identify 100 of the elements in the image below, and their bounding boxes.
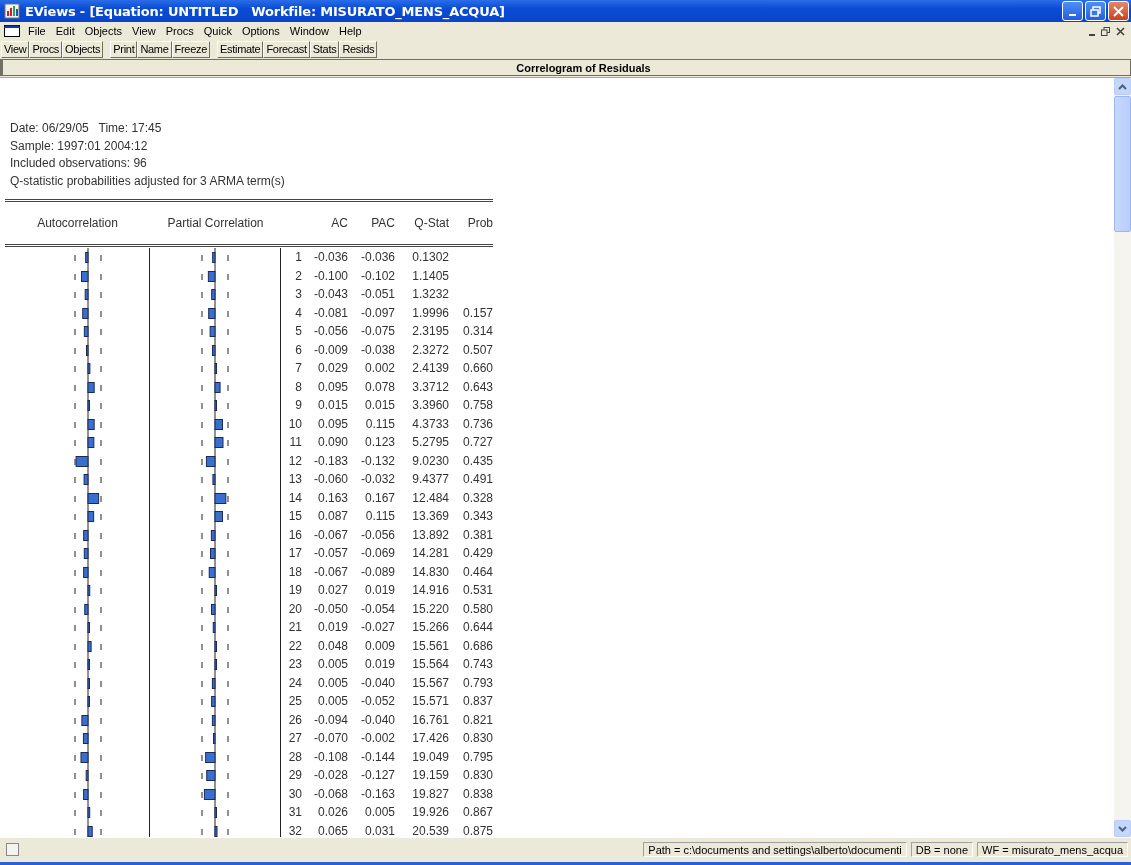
info-line: Included observations: 96 — [10, 155, 147, 172]
lag-number: 5 — [295, 324, 302, 339]
table-cell: 14.281 — [412, 546, 449, 561]
bound-tick — [74, 717, 76, 724]
correlation-bar — [214, 585, 217, 596]
correlation-bar — [210, 548, 216, 559]
scroll-up-button[interactable] — [1114, 78, 1131, 95]
menu-item[interactable]: Window — [284, 25, 334, 37]
minimize-button[interactable] — [1062, 1, 1083, 21]
correlation-bar — [211, 696, 216, 707]
table-cell: -0.036 — [360, 250, 395, 265]
menu-item[interactable]: Quick — [198, 25, 237, 37]
correlation-bar — [83, 474, 89, 485]
correlation-bar — [87, 640, 92, 652]
bound-tick — [100, 273, 102, 280]
toolbar-button[interactable]: Forecast — [263, 40, 310, 58]
lag-number: 9 — [295, 398, 302, 413]
toolbar-button[interactable]: Estimate — [217, 40, 264, 58]
bound-tick — [100, 606, 102, 613]
correlation-bar — [211, 677, 216, 689]
toolbar-button[interactable]: Name — [137, 40, 172, 58]
bound-tick — [201, 772, 203, 780]
bound-tick — [74, 273, 76, 280]
bound-tick — [227, 365, 229, 373]
bound-tick — [74, 809, 76, 817]
table-cell: 0.027 — [317, 583, 348, 598]
bound-tick — [201, 254, 203, 262]
document-icon — [4, 25, 20, 37]
lag-number: 1 — [295, 250, 302, 265]
bound-tick — [100, 772, 102, 780]
bound-tick — [74, 624, 76, 632]
correlation-bar — [214, 807, 217, 818]
table-cell: 0.736 — [462, 416, 493, 431]
toolbar-button[interactable]: Resids — [339, 40, 378, 58]
bound-tick — [201, 569, 203, 576]
status-panel: WF = misurato_mens_acqua — [977, 841, 1128, 857]
table-cell: 0.115 — [365, 509, 395, 524]
restore-button[interactable] — [1085, 1, 1106, 21]
toolbar-button[interactable]: Procs — [29, 40, 63, 58]
menu-item[interactable]: View — [127, 25, 161, 37]
bound-tick — [227, 347, 229, 354]
toolbar-button[interactable]: Print — [110, 40, 138, 58]
table-cell: 9.0230 — [412, 453, 449, 468]
bound-tick — [201, 328, 203, 336]
close-button[interactable] — [1108, 1, 1129, 21]
correlation-bar — [205, 751, 216, 763]
bound-tick — [227, 439, 229, 447]
correlation-bar — [81, 714, 89, 726]
bound-tick — [74, 828, 76, 835]
correlation-bar — [212, 622, 216, 633]
table-cell: -0.040 — [360, 675, 395, 690]
table-cell: 19.926 — [412, 805, 449, 820]
table-cell: 0.1302 — [412, 250, 449, 265]
menu-item[interactable]: Options — [236, 25, 285, 37]
table-cell: 0.167 — [364, 490, 395, 505]
correlation-bar — [214, 659, 217, 670]
bound-tick — [74, 254, 76, 262]
lag-number: 13 — [288, 472, 302, 487]
table-cell: 2.3272 — [412, 342, 449, 357]
table-cell: 17.426 — [412, 731, 449, 746]
bound-tick — [201, 587, 203, 595]
table-cell: 15.220 — [412, 601, 449, 616]
menu-item[interactable]: Procs — [160, 25, 199, 37]
scrollbar-thumb[interactable] — [1114, 96, 1131, 232]
table-cell: 0.115 — [365, 416, 395, 431]
table-cell: 0.837 — [462, 694, 493, 709]
table-cell: -0.032 — [360, 472, 395, 487]
table-cell: 0.005 — [317, 657, 348, 672]
column-header: AC — [331, 216, 348, 230]
toolbar-button[interactable]: View — [1, 40, 30, 58]
lag-number: 4 — [295, 305, 302, 320]
table-cell: 0.002 — [364, 361, 395, 376]
table-cell: 9.4377 — [412, 472, 449, 487]
menu-item[interactable]: Help — [333, 25, 367, 37]
toolbar-button[interactable]: Objects — [62, 40, 104, 58]
menu-item[interactable]: Objects — [79, 25, 127, 37]
bound-tick — [74, 735, 76, 743]
menu-item[interactable]: File — [23, 25, 51, 37]
bound-tick — [100, 624, 102, 632]
correlation-bar — [207, 270, 216, 282]
table-cell: -0.038 — [360, 342, 395, 357]
table-cell: -0.081 — [313, 305, 348, 320]
table-cell: 0.643 — [462, 379, 493, 394]
bound-tick — [227, 291, 229, 299]
table-cell: 14.916 — [412, 583, 449, 598]
toolbar-button[interactable]: Stats — [309, 40, 340, 58]
menu-item[interactable]: Edit — [50, 25, 80, 37]
column-header: Prob — [467, 216, 493, 230]
view-title: Correlogram of Residuals — [516, 61, 651, 74]
bound-tick — [201, 495, 203, 502]
bound-tick — [201, 291, 203, 299]
toolbar-button[interactable]: Freeze — [171, 40, 210, 58]
bound-tick — [201, 624, 203, 632]
bound-tick — [227, 606, 229, 613]
scroll-down-button[interactable] — [1114, 820, 1131, 837]
bound-tick — [201, 735, 203, 743]
table-cell: 19.159 — [412, 768, 449, 783]
lag-number: 20 — [288, 601, 302, 616]
lag-number: 31 — [288, 805, 302, 820]
bound-tick — [74, 439, 76, 447]
